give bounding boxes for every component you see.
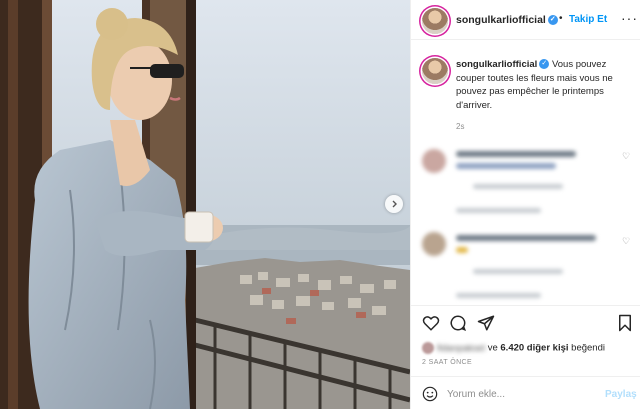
comment-meta-blurred — [473, 184, 563, 189]
comment-emoji-blurred — [456, 247, 468, 253]
heart-icon[interactable] — [422, 314, 440, 332]
comment-replies-blurred[interactable] — [456, 208, 541, 213]
header-username[interactable]: songulkarliofficial ✓ — [456, 14, 558, 26]
caption-text: songulkarliofficial ✓ Vous pouvez couper … — [456, 58, 626, 112]
comment-avatar[interactable] — [422, 149, 446, 173]
comment-text-blurred — [456, 235, 596, 241]
likes-suffix: beğendi — [571, 342, 605, 354]
share-icon[interactable] — [477, 314, 495, 332]
post-actions: fidanpaksel ve 6.420 diğer kişi beğendi … — [411, 305, 640, 410]
comment-text-blurred — [456, 151, 576, 157]
chevron-right-icon — [392, 200, 397, 208]
caption-username[interactable]: songulkarliofficial — [456, 59, 537, 70]
post-comment-button[interactable]: Paylaş — [605, 389, 637, 400]
next-photo-button[interactable] — [385, 195, 403, 213]
caption-time: 2s — [456, 122, 465, 131]
likes-conjunction: ve — [487, 342, 498, 354]
comment-meta-blurred — [473, 269, 563, 274]
smile-icon[interactable] — [422, 386, 438, 402]
post-header: songulkarliofficial ✓ • Takip Et ··· — [411, 0, 640, 40]
verified-badge-icon: ✓ — [547, 15, 558, 26]
post-photo[interactable] — [0, 0, 410, 409]
instagram-post-window: songulkarliofficial ✓ • Takip Et ··· song… — [0, 0, 640, 409]
post-side-panel: songulkarliofficial ✓ • Takip Et ··· song… — [410, 0, 640, 409]
likes-summary: fidanpaksel ve 6.420 diğer kişi beğendi — [422, 342, 605, 354]
comment-composer: Paylaş — [411, 376, 640, 411]
likes-count[interactable]: 6.420 diğer kişi — [500, 343, 568, 354]
liker-avatar[interactable] — [422, 342, 434, 354]
follow-button[interactable]: Takip Et — [569, 14, 607, 25]
verified-badge-icon: ✓ — [539, 59, 550, 70]
comment-avatar[interactable] — [422, 232, 446, 256]
comment-like-heart-icon[interactable]: ♡ — [622, 236, 630, 247]
caption-avatar[interactable] — [422, 58, 448, 84]
avatar[interactable] — [422, 8, 448, 34]
comment-like-heart-icon[interactable]: ♡ — [622, 151, 630, 162]
more-options-icon[interactable]: ··· — [621, 10, 638, 26]
comment-input[interactable] — [447, 385, 597, 403]
bookmark-icon[interactable] — [616, 314, 634, 332]
comment-replies-blurred[interactable] — [456, 293, 541, 298]
post-timestamp[interactable]: 2 SAAT ÖNCE — [422, 359, 472, 366]
separator-dot: • — [559, 13, 563, 24]
photo-illustration — [0, 0, 410, 409]
username-text[interactable]: songulkarliofficial — [456, 14, 546, 26]
liker-name-blurred[interactable]: fidanpaksel — [437, 343, 485, 354]
comment-icon[interactable] — [449, 314, 467, 332]
comment-text-blurred — [456, 163, 556, 169]
